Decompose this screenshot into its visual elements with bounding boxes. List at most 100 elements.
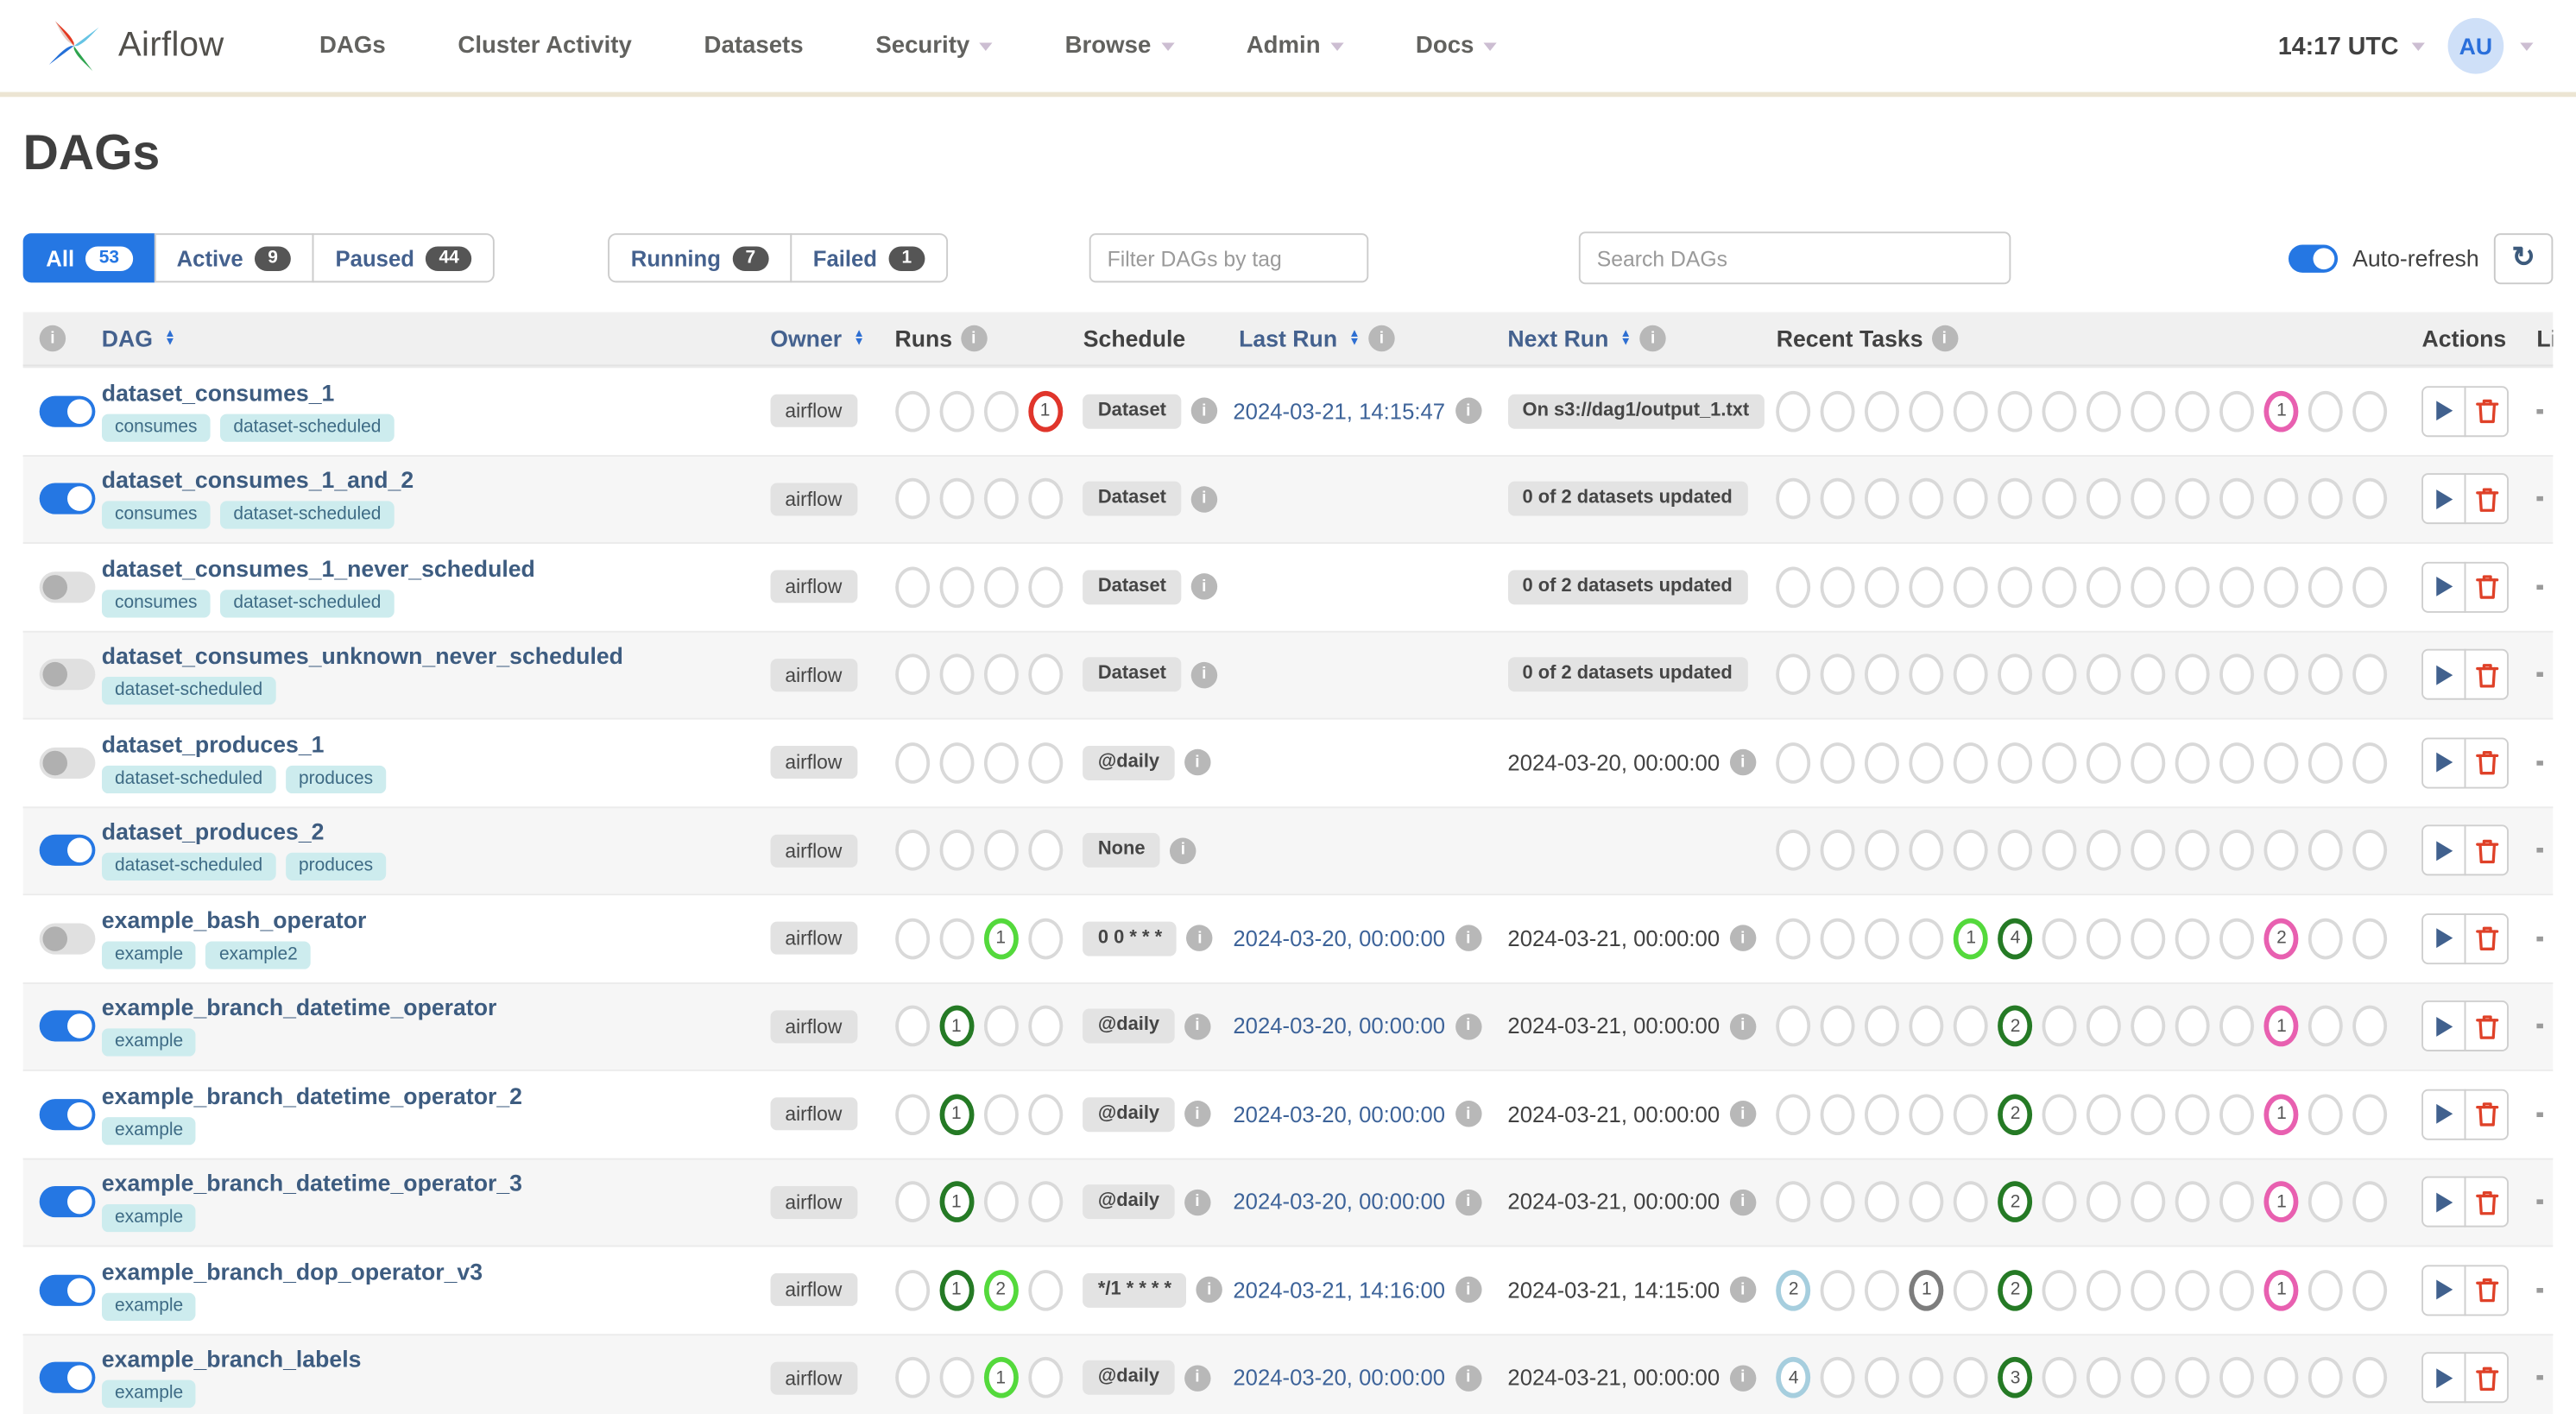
task-status-circle-none[interactable] — [1776, 478, 1811, 520]
trigger-dag-button[interactable] — [2421, 1264, 2466, 1316]
dag-tag[interactable]: example — [101, 940, 197, 969]
task-status-circle-up_for_reschedule[interactable] — [2175, 653, 2211, 696]
schedule-badge[interactable]: @daily — [1083, 1360, 1175, 1395]
schedule-badge[interactable]: None — [1083, 833, 1160, 868]
task-status-circle-success[interactable]: 3 — [1998, 1357, 2033, 1398]
task-status-circle-removed[interactable] — [1821, 1269, 1856, 1311]
pause-toggle[interactable] — [39, 747, 96, 779]
task-status-circle-none[interactable] — [1776, 830, 1811, 872]
last-run-link[interactable]: 2024-03-20, 00:00:00 — [1233, 1102, 1445, 1127]
task-status-circle-success[interactable] — [1998, 742, 2033, 784]
task-status-circle-restarting[interactable] — [2042, 566, 2077, 608]
task-status-circle-skipped[interactable]: 1 — [2263, 390, 2299, 432]
delete-dag-button[interactable] — [2465, 912, 2510, 964]
task-status-circle-restarting[interactable] — [2042, 918, 2077, 959]
delete-dag-button[interactable] — [2465, 1177, 2510, 1228]
nav-item-cluster-activity[interactable]: Cluster Activity — [458, 33, 631, 59]
task-status-circle-up_for_reschedule[interactable] — [2175, 1357, 2211, 1398]
task-status-circle-shutdown[interactable] — [2352, 918, 2388, 959]
sort-arrows-icon[interactable]: ▲ ▼ — [1620, 328, 1632, 348]
task-status-circle-failed[interactable] — [2087, 1006, 2122, 1047]
run-status-circle-queued[interactable] — [894, 478, 930, 520]
task-status-circle-running[interactable] — [1954, 1181, 1989, 1223]
next-run-dataset-badge[interactable]: 0 of 2 datasets updated — [1507, 570, 1747, 604]
dag-tag[interactable]: consumes — [101, 413, 211, 442]
delete-dag-button[interactable] — [2465, 1001, 2510, 1052]
owner-badge[interactable]: airflow — [770, 1009, 857, 1043]
user-menu[interactable]: AU — [2447, 17, 2534, 74]
pause-toggle[interactable] — [39, 835, 96, 867]
dag-tag[interactable]: dataset-scheduled — [220, 501, 395, 530]
task-status-circle-success[interactable] — [1998, 390, 2033, 432]
task-status-circle-running[interactable] — [1954, 1269, 1989, 1311]
task-status-circle-scheduled[interactable] — [1865, 830, 1900, 872]
task-status-circle-upstream_failed[interactable] — [2219, 918, 2255, 959]
timezone-selector[interactable]: 14:17 UTC — [2278, 32, 2425, 60]
task-status-circle-up_for_reschedule[interactable] — [2175, 1093, 2211, 1135]
run-status-circle-failed[interactable] — [1027, 1269, 1063, 1311]
run-status-circle-running[interactable] — [983, 1181, 1019, 1223]
header-label[interactable]: Last Run ▲ ▼ i — [1239, 325, 1395, 352]
task-status-circle-failed[interactable] — [2087, 830, 2122, 872]
dag-tag[interactable]: example — [101, 1292, 197, 1321]
run-status-circle-failed[interactable] — [1027, 742, 1063, 784]
links-overflow-sliver[interactable] — [2536, 1199, 2543, 1205]
task-status-circle-failed[interactable] — [2087, 918, 2122, 959]
task-status-circle-running[interactable]: 1 — [1954, 918, 1989, 959]
nav-item-dags[interactable]: DAGs — [319, 33, 386, 59]
task-status-circle-deferred[interactable] — [2308, 653, 2344, 696]
task-status-circle-up_for_reschedule[interactable] — [2175, 742, 2211, 784]
task-status-circle-queued[interactable] — [1909, 742, 1944, 784]
task-status-circle-removed[interactable] — [1821, 918, 1856, 959]
task-status-circle-shutdown[interactable] — [2352, 390, 2388, 432]
run-status-circle-running[interactable] — [983, 390, 1019, 432]
task-status-circle-queued[interactable] — [1909, 1181, 1944, 1223]
links-overflow-sliver[interactable] — [2536, 496, 2543, 502]
task-status-circle-skipped[interactable] — [2263, 566, 2299, 608]
task-status-circle-skipped[interactable]: 1 — [2263, 1181, 2299, 1223]
task-status-circle-running[interactable] — [1954, 566, 1989, 608]
next-run-dataset-badge[interactable]: On s3://dag1/output_1.txt — [1507, 394, 1765, 428]
dag-name-link[interactable]: dataset_produces_2 — [102, 820, 754, 845]
task-status-circle-removed[interactable] — [1821, 390, 1856, 432]
task-status-circle-restarting[interactable] — [2042, 830, 2077, 872]
schedule-badge[interactable]: Dataset — [1083, 482, 1182, 516]
task-status-circle-queued[interactable]: 1 — [1909, 1269, 1944, 1311]
run-status-circle-failed[interactable] — [1027, 830, 1063, 872]
owner-badge[interactable]: airflow — [770, 834, 857, 868]
schedule-badge[interactable]: @daily — [1083, 745, 1175, 780]
filter-button-failed[interactable]: Failed 1 — [790, 233, 949, 283]
task-status-circle-failed[interactable] — [2087, 742, 2122, 784]
task-status-circle-skipped[interactable]: 2 — [2263, 918, 2299, 959]
dag-name-link[interactable]: example_branch_dop_operator_v3 — [102, 1259, 754, 1285]
task-status-circle-queued[interactable] — [1909, 1093, 1944, 1135]
task-status-circle-up_for_reschedule[interactable] — [2175, 566, 2211, 608]
dag-tag[interactable]: example — [101, 1116, 197, 1145]
task-status-circle-shutdown[interactable] — [2352, 478, 2388, 520]
pause-toggle[interactable] — [39, 483, 96, 515]
task-status-circle-restarting[interactable] — [2042, 1269, 2077, 1311]
task-status-circle-deferred[interactable] — [2308, 390, 2344, 432]
task-status-circle-removed[interactable] — [1821, 830, 1856, 872]
dag-tag[interactable]: dataset-scheduled — [220, 413, 395, 442]
owner-badge[interactable]: airflow — [770, 1097, 857, 1131]
run-status-circle-failed[interactable] — [1027, 478, 1063, 520]
dag-name-link[interactable]: dataset_consumes_1_never_scheduled — [102, 557, 754, 582]
task-status-circle-restarting[interactable] — [2042, 653, 2077, 696]
task-status-circle-skipped[interactable] — [2263, 653, 2299, 696]
search-dags-input[interactable] — [1578, 231, 2011, 285]
run-status-circle-running[interactable]: 1 — [983, 1357, 1019, 1398]
header-label[interactable]: Next Run ▲ ▼ i — [1507, 325, 1666, 352]
schedule-badge[interactable]: Dataset — [1083, 394, 1182, 428]
dag-tag[interactable]: example — [101, 1204, 197, 1233]
trigger-dag-button[interactable] — [2421, 561, 2466, 613]
task-status-circle-scheduled[interactable] — [1865, 653, 1900, 696]
sort-arrows-icon[interactable]: ▲ ▼ — [1348, 328, 1360, 348]
task-status-circle-deferred[interactable] — [2308, 1093, 2344, 1135]
last-run-link[interactable]: 2024-03-20, 00:00:00 — [1233, 1190, 1445, 1215]
last-run-link[interactable]: 2024-03-21, 14:16:00 — [1233, 1278, 1445, 1303]
task-status-circle-restarting[interactable] — [2042, 390, 2077, 432]
task-status-circle-restarting[interactable] — [2042, 478, 2077, 520]
dag-name-link[interactable]: example_branch_datetime_operator — [102, 996, 754, 1021]
dag-name-link[interactable]: example_branch_datetime_operator_2 — [102, 1084, 754, 1109]
